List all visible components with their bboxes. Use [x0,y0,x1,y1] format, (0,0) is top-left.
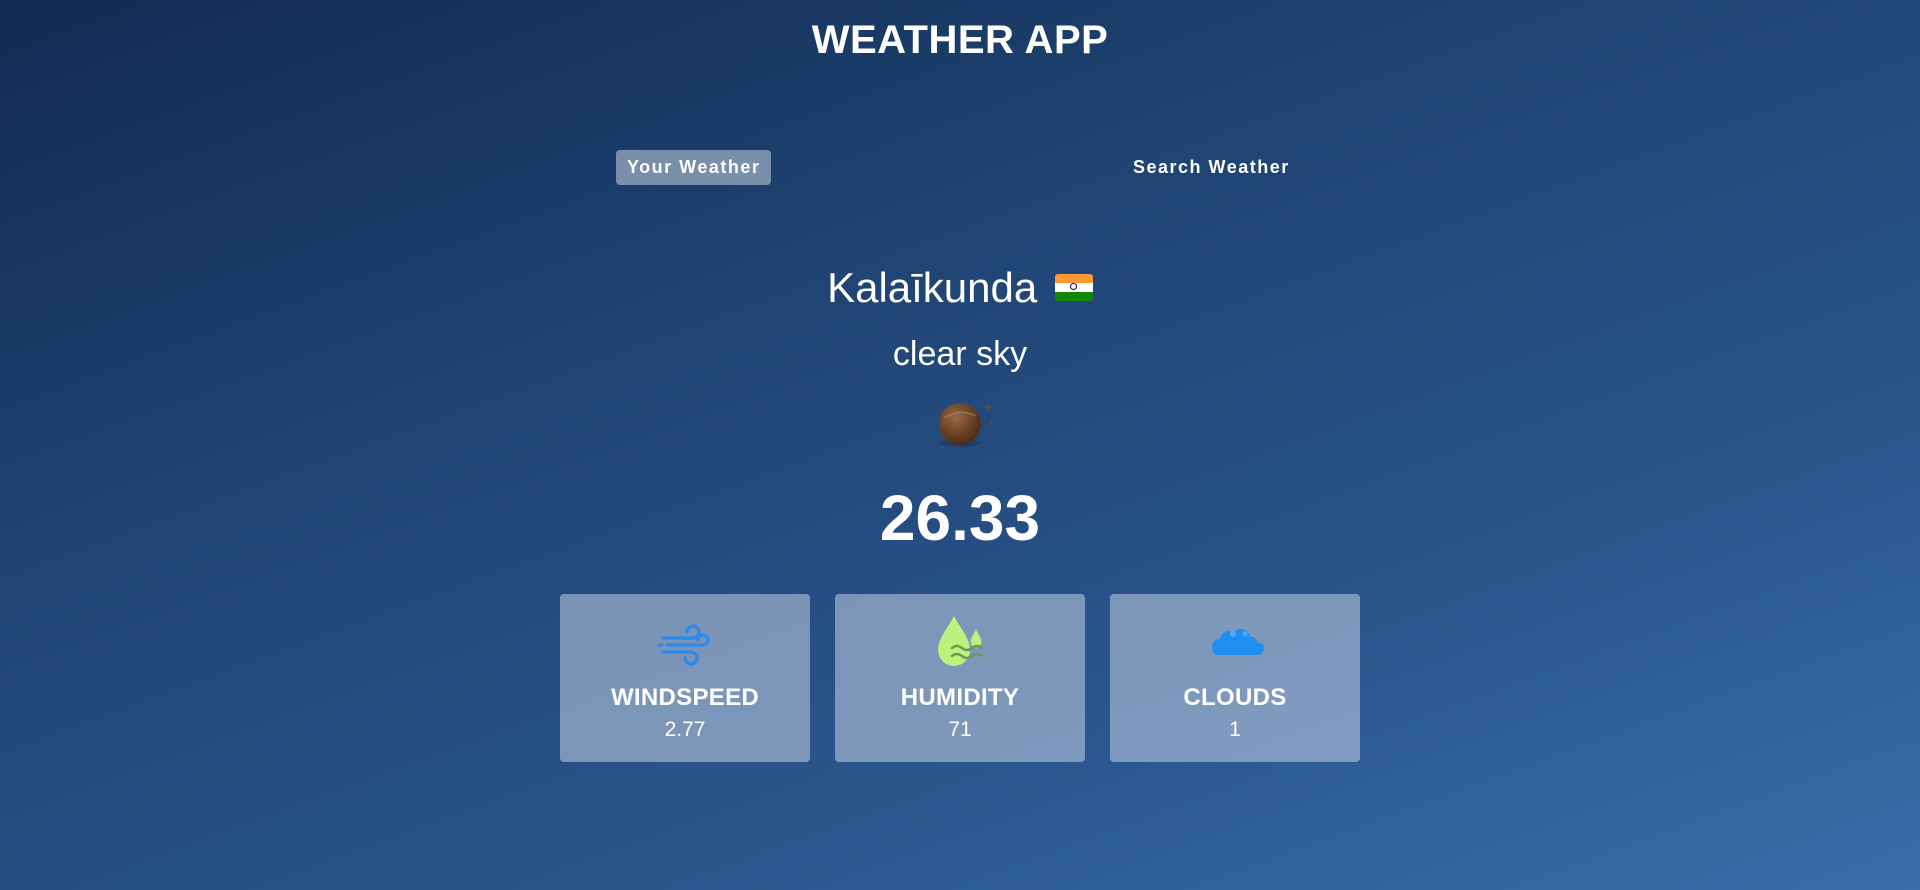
wind-icon [657,624,710,666]
tab-search-weather[interactable]: Search Weather [1122,150,1301,185]
tab-bar: Your Weather Search Weather [0,150,1920,186]
clouds-value: 1 [1229,718,1241,741]
city-heading: Kalaīkunda [0,260,1920,316]
india-flag-icon [1054,274,1093,302]
humidity-value: 71 [948,718,972,741]
weather-description: clear sky [892,335,1028,373]
app-title: WEATHER APP [811,18,1109,62]
windspeed-label: WINDSPEED [610,684,760,711]
temperature-value: 26.33 [879,482,1041,554]
humidity-label: HUMIDITY [900,684,1020,711]
humidity-card: HUMIDITY 71 [835,594,1085,762]
windspeed-card: WINDSPEED 2.77 [560,594,810,762]
humidity-icon [938,616,984,666]
tab-your-weather[interactable]: Your Weather [616,150,772,185]
city-name: Kalaīkunda [827,264,1038,311]
clouds-label: CLOUDS [1183,684,1287,711]
clear-sky-night-icon [939,402,995,447]
windspeed-value: 2.77 [664,718,706,741]
cloud-icon [1212,629,1264,655]
clouds-card: CLOUDS 1 [1110,594,1360,762]
stats-cards: WINDSPEED 2.77 HUMIDITY 71 CLOUDS 1 [560,594,1360,764]
